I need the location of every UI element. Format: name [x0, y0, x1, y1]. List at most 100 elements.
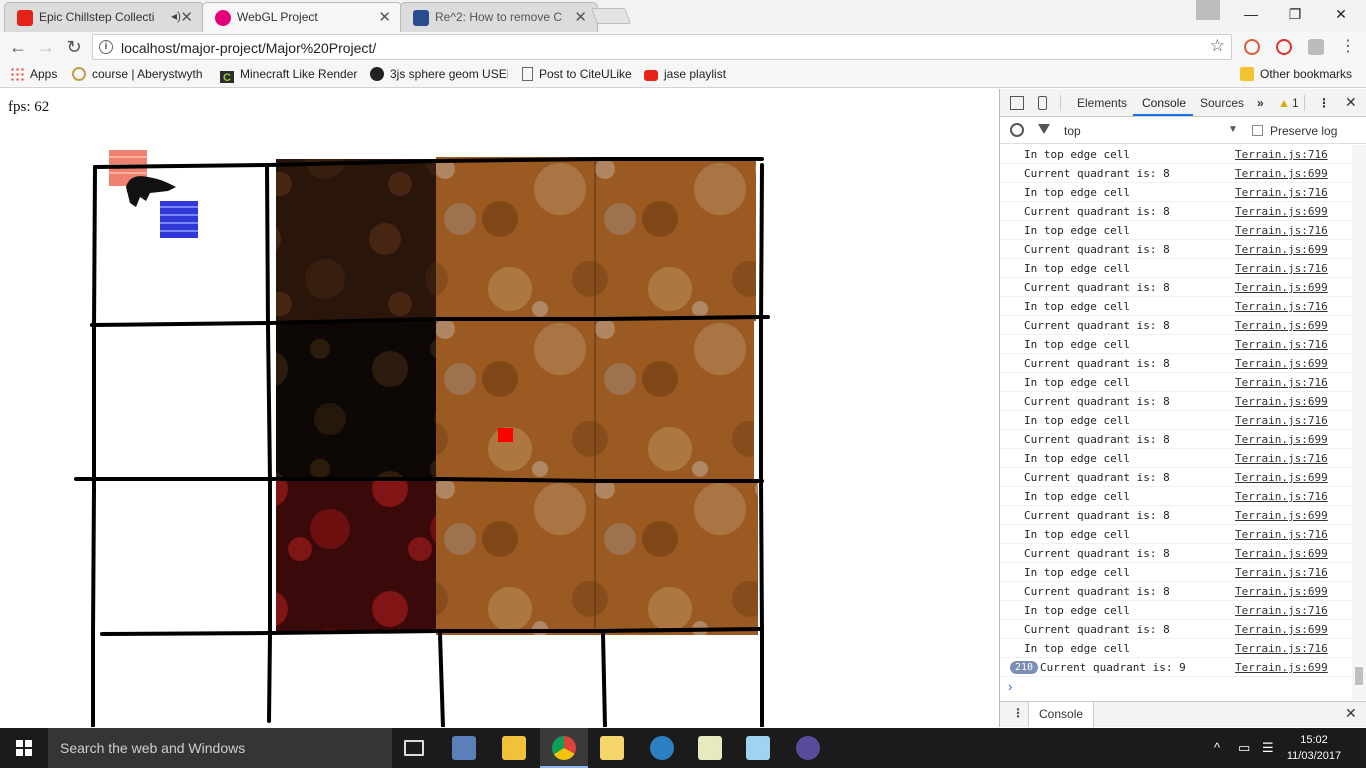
warning-icon[interactable]: ▲	[1278, 96, 1290, 110]
bookmark-star-icon[interactable]: ☆	[1210, 36, 1225, 56]
console-prompt-icon[interactable]: ›	[1008, 679, 1012, 694]
tab-console[interactable]: Console	[1142, 96, 1186, 110]
console-scrollbar[interactable]	[1352, 145, 1366, 700]
info-icon[interactable]: i	[99, 40, 113, 54]
close-tab-icon[interactable]: ✕	[180, 8, 193, 26]
source-link[interactable]: Terrain.js:699	[1235, 623, 1328, 636]
spreadsheet-app-icon[interactable]	[698, 736, 722, 760]
more-tabs-icon[interactable]: »	[1257, 96, 1264, 110]
close-devtools-icon[interactable]: ✕	[1345, 94, 1357, 111]
bookmark-apps[interactable]: Apps	[10, 67, 57, 83]
task-view-icon[interactable]	[404, 740, 424, 756]
console-message: In top edge cell Terrain.js:716	[1000, 335, 1352, 354]
source-link[interactable]: Terrain.js:716	[1235, 148, 1328, 161]
source-link[interactable]: Terrain.js:699	[1235, 547, 1328, 560]
source-link[interactable]: Terrain.js:699	[1235, 661, 1328, 674]
profile-icon[interactable]	[1196, 0, 1220, 20]
network-tray-icon[interactable]: ▭	[1238, 740, 1250, 756]
filter-icon[interactable]	[1038, 124, 1050, 134]
source-link[interactable]: Terrain.js:716	[1235, 262, 1328, 275]
source-link[interactable]: Terrain.js:716	[1235, 642, 1328, 655]
tab-elements[interactable]: Elements	[1077, 96, 1127, 110]
source-link[interactable]: Terrain.js:716	[1235, 490, 1328, 503]
bookmark-citeulike[interactable]: Post to CiteULike	[522, 67, 632, 83]
file-explorer-icon[interactable]	[502, 736, 526, 760]
source-link[interactable]: Terrain.js:699	[1235, 509, 1328, 522]
drawer-tab-console[interactable]: Console	[1028, 702, 1095, 727]
close-tab-icon[interactable]: ✕	[574, 8, 587, 26]
preserve-log-checkbox[interactable]	[1252, 125, 1263, 136]
source-link[interactable]: Terrain.js:716	[1235, 224, 1328, 237]
context-dropdown-icon[interactable]: ▼	[1228, 124, 1238, 135]
bookmark-minecraft[interactable]: C Minecraft Like Render	[220, 67, 358, 83]
source-link[interactable]: Terrain.js:716	[1235, 186, 1328, 199]
back-icon[interactable]: ←	[6, 35, 30, 59]
other-bookmarks[interactable]: Other bookmarks	[1240, 67, 1352, 83]
clock[interactable]: 15:02 11/03/2017	[1284, 732, 1344, 764]
source-link[interactable]: Terrain.js:699	[1235, 585, 1328, 598]
close-window-icon[interactable]: ✕	[1318, 0, 1364, 28]
browser-app-icon[interactable]	[650, 736, 674, 760]
address-bar[interactable]: i localhost/major-project/Major%20Projec…	[92, 34, 1232, 60]
source-link[interactable]: Terrain.js:716	[1235, 528, 1328, 541]
restore-icon[interactable]: ❐	[1272, 0, 1318, 28]
message-text: Current quadrant is: 8	[1024, 357, 1170, 370]
source-link[interactable]: Terrain.js:699	[1235, 357, 1328, 370]
chrome-icon[interactable]	[552, 736, 576, 760]
tab-epic-chillstep[interactable]: Epic Chillstep Collecti ◂) ✕	[4, 2, 204, 32]
network-app-icon[interactable]	[452, 736, 476, 760]
bookmark-jase-playlist[interactable]: jase playlist	[644, 67, 726, 83]
source-link[interactable]: Terrain.js:699	[1235, 281, 1328, 294]
source-link[interactable]: Terrain.js:716	[1235, 414, 1328, 427]
terrain-canvas[interactable]	[0, 89, 999, 727]
source-link[interactable]: Terrain.js:699	[1235, 205, 1328, 218]
scrollbar-thumb[interactable]	[1355, 667, 1363, 685]
drawer-menu-icon[interactable]: ⋮	[1012, 706, 1024, 720]
url-text[interactable]: localhost/major-project/Major%20Project/	[121, 40, 376, 56]
adblock-icon[interactable]	[1276, 39, 1292, 55]
devtools-menu-icon[interactable]: ⋮	[1318, 96, 1330, 110]
source-link[interactable]: Terrain.js:716	[1235, 566, 1328, 579]
cast-icon[interactable]	[1308, 39, 1324, 55]
taskbar-search[interactable]: Search the web and Windows	[48, 728, 392, 768]
minimize-icon[interactable]: —	[1228, 0, 1274, 28]
reload-icon[interactable]: ↻	[62, 35, 86, 59]
tab-webgl-project[interactable]: WebGL Project ✕	[202, 2, 402, 32]
source-link[interactable]: Terrain.js:699	[1235, 243, 1328, 256]
clear-console-icon[interactable]	[1010, 123, 1024, 137]
forward-icon[interactable]: →	[34, 35, 58, 59]
folder-app-icon[interactable]	[600, 736, 624, 760]
source-link[interactable]: Terrain.js:699	[1235, 471, 1328, 484]
source-link[interactable]: Terrain.js:716	[1235, 300, 1328, 313]
message-text: In top edge cell	[1024, 642, 1130, 655]
source-link[interactable]: Terrain.js:699	[1235, 167, 1328, 180]
context-selector[interactable]: top	[1064, 124, 1081, 138]
source-link[interactable]: Terrain.js:716	[1235, 452, 1328, 465]
source-link[interactable]: Terrain.js:716	[1235, 338, 1328, 351]
tray-expand-icon[interactable]: ^	[1214, 740, 1220, 755]
start-button[interactable]	[0, 728, 48, 768]
warning-count[interactable]: 1	[1292, 96, 1299, 110]
source-link[interactable]: Terrain.js:716	[1235, 376, 1328, 389]
close-drawer-icon[interactable]: ✕	[1345, 705, 1357, 722]
extension-icon[interactable]	[1244, 39, 1260, 55]
device-toolbar-icon[interactable]	[1038, 96, 1047, 110]
tab-sources[interactable]: Sources	[1200, 96, 1244, 110]
source-link[interactable]: Terrain.js:716	[1235, 604, 1328, 617]
inspect-element-icon[interactable]	[1010, 96, 1024, 110]
tab-perlmonks[interactable]: Re^2: How to remove CF ✕	[400, 2, 598, 32]
bookmark-3js-sphere[interactable]: 3js sphere geom USEF	[370, 67, 508, 83]
webgl-viewport[interactable]: fps: 62	[0, 89, 999, 727]
console-message: Current quadrant is: 8 Terrain.js:699	[1000, 582, 1352, 601]
notification-tray-icon[interactable]: ☰	[1262, 740, 1274, 756]
source-link[interactable]: Terrain.js:699	[1235, 395, 1328, 408]
github-desktop-icon[interactable]	[796, 736, 820, 760]
menu-icon[interactable]: ⋮	[1336, 35, 1360, 59]
bookmarks-bar: Apps course | Aberystwyth C Minecraft Lik…	[0, 62, 1366, 88]
source-link[interactable]: Terrain.js:699	[1235, 319, 1328, 332]
source-link[interactable]: Terrain.js:699	[1235, 433, 1328, 446]
bookmark-course[interactable]: course | Aberystwyth	[72, 67, 208, 83]
new-tab-button[interactable]	[591, 8, 631, 24]
close-tab-icon[interactable]: ✕	[378, 8, 391, 26]
notepad-app-icon[interactable]	[746, 736, 770, 760]
